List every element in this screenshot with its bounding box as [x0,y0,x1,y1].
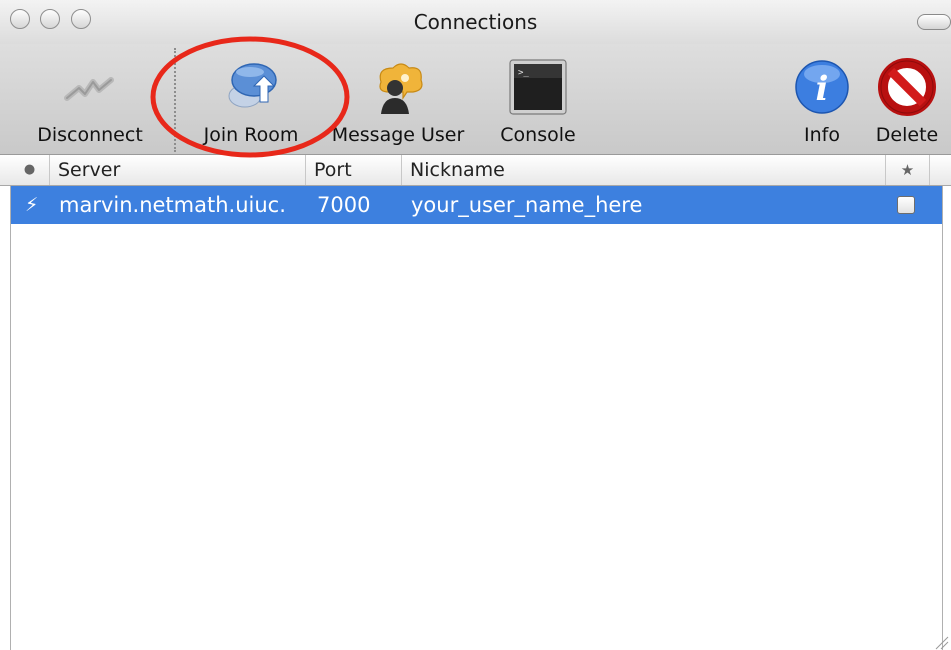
table-header: ● Server Port Nickname ★ [0,155,951,186]
info-button[interactable]: i Info [788,44,856,154]
console-icon: >_ [509,59,567,115]
favorite-column-header[interactable]: ★ [886,155,930,185]
disconnect-button[interactable]: Disconnect [22,44,158,154]
info-label: Info [804,124,840,146]
window-title: Connections [413,10,538,34]
svg-text:>_: >_ [518,68,529,78]
nickname-cell: your_user_name_here [411,193,643,217]
connections-window: Connections Disconnect Join Room Message… [0,0,951,650]
toolbar: Disconnect Join Room Message User >_ Con… [0,44,951,155]
connections-table: ⚡ marvin.netmath.uiuc. 7000 your_user_na… [10,186,943,650]
info-icon: i [795,60,849,114]
disconnect-label: Disconnect [37,124,143,146]
delete-button[interactable]: Delete [866,44,948,154]
port-cell: 7000 [317,193,371,217]
message-user-icon [379,63,423,114]
server-cell: marvin.netmath.uiuc. [59,193,286,217]
delete-label: Delete [875,124,939,146]
title-bar: Connections [0,0,951,44]
favorite-checkbox[interactable] [897,196,915,214]
join-room-highlight-circle [150,36,350,158]
resize-grip-icon[interactable] [933,634,949,650]
status-icon: ⚡ [25,194,39,216]
console-button[interactable]: >_ Console [488,44,588,154]
status-column-header[interactable]: ● [10,155,50,185]
svg-text:i: i [816,69,829,109]
console-label: Console [500,124,576,146]
delete-icon [878,58,936,116]
disconnect-icon [64,77,114,101]
toolbar-toggle-button[interactable] [917,14,951,30]
nickname-column-header[interactable]: Nickname [402,155,886,185]
table-row[interactable]: ⚡ marvin.netmath.uiuc. 7000 your_user_na… [11,186,942,224]
